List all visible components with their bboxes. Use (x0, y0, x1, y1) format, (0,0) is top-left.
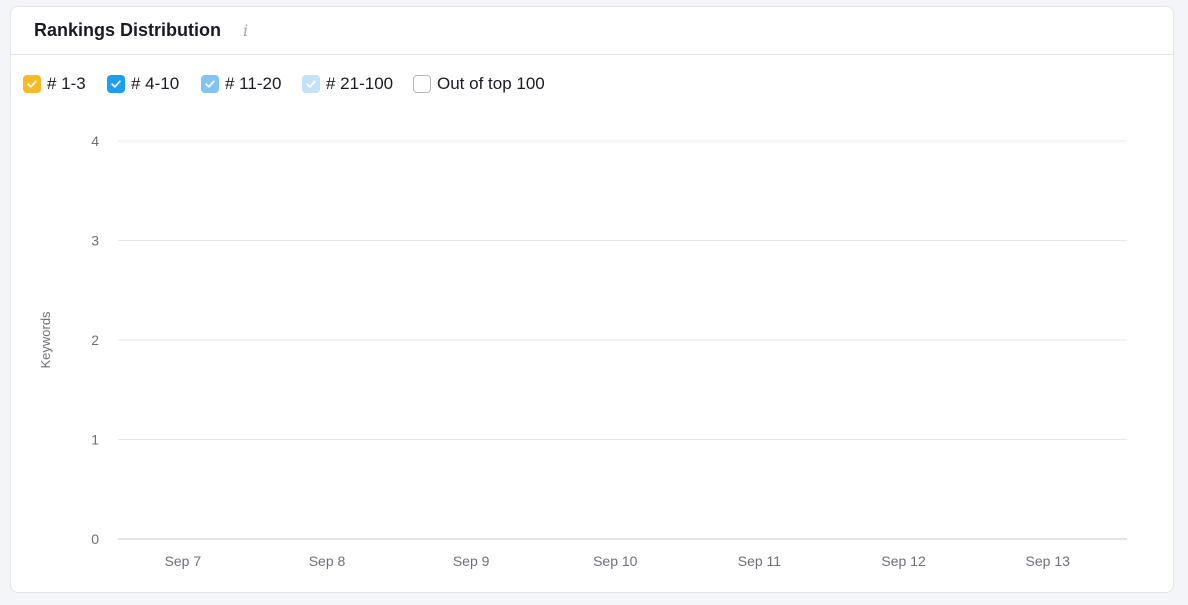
x-tick-label: Sep 12 (881, 553, 926, 569)
y-tick-label: 0 (91, 531, 99, 547)
y-axis-title: Keywords (38, 311, 53, 369)
y-tick-label: 3 (91, 233, 99, 249)
x-tick-label: Sep 8 (309, 553, 346, 569)
x-tick-label: Sep 10 (593, 553, 638, 569)
x-tick-label: Sep 11 (738, 553, 782, 569)
x-tick-label: Sep 13 (1026, 553, 1071, 569)
y-axis-ticks: 4 3 2 1 0 (91, 133, 99, 547)
y-tick-label: 4 (91, 133, 99, 149)
rankings-chart: 43210 Sep 7 Sep 8 Sep 9 Sep 10 Sep 11 Sep 12 S… (38, 133, 1127, 569)
x-axis-ticks: Sep 7 Sep 8 Sep 9 Sep 10 Sep 11 Sep 12 Sep 13 (165, 553, 1071, 569)
y-tick-label: 2 (91, 332, 99, 348)
x-tick-label: Sep 7 (165, 553, 202, 569)
chart-grid (118, 140, 1127, 540)
x-tick-label: Sep 9 (453, 553, 490, 569)
y-tick-label: 1 (91, 432, 99, 448)
